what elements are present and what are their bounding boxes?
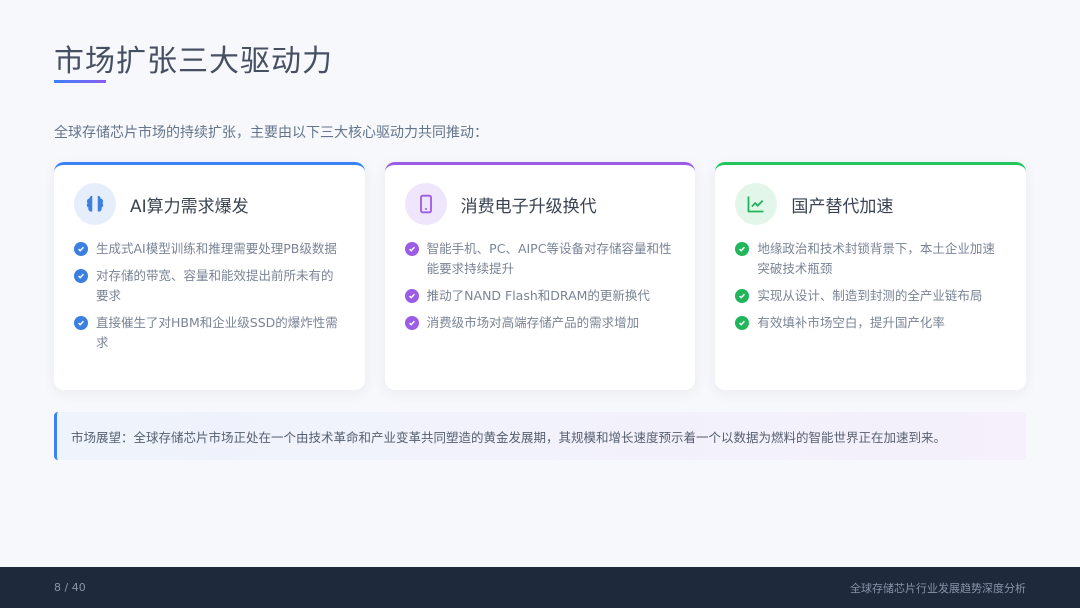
list-item: 实现从设计、制造到封测的全产业链布局 [735,286,1006,306]
check-icon [404,242,419,256]
card-title: 消费电子升级换代 [460,196,597,217]
bullet-text: 有效填补市场空白，提升国产化率 [757,315,945,330]
list-item: 地缘政治和技术封锁背景下，本土企业加速突破技术瓶颈 [735,239,1006,279]
check-icon [74,242,88,256]
bullet-text: 实现从设计、制造到封测的全产业链布局 [757,288,983,303]
title-underline [54,80,106,83]
card-header: AI算力需求爆发 [74,183,345,225]
brain-icon [74,183,116,225]
check-icon [735,289,750,303]
check-icon [404,289,419,303]
page-separator: / [61,581,72,594]
driver-card-consumer: 消费电子升级换代 智能手机、PC、AIPC等设备对存储容量和性能要求持续提升 推… [384,162,696,390]
card-title: 国产替代加速 [791,196,894,217]
list-item: 直接催生了对HBM和企业级SSD的爆炸性需求 [74,313,345,353]
footer-bar: 8 / 40 全球存储芯片行业发展趋势深度分析 [0,567,1080,608]
card-title: AI算力需求爆发 [130,196,249,217]
bullet-text: 生成式AI模型训练和推理需要处理PB级数据 [96,241,337,256]
trend-chart-icon [735,183,778,225]
list-item: 生成式AI模型训练和推理需要处理PB级数据 [74,239,345,259]
bullet-text: 直接催生了对HBM和企业级SSD的爆炸性需求 [96,315,338,350]
check-icon [74,316,88,330]
bullet-text: 推动了NAND Flash和DRAM的更新换代 [426,288,650,303]
driver-card-ai: AI算力需求爆发 生成式AI模型训练和推理需要处理PB级数据 对存储的带宽、容量… [54,162,365,390]
list-item: 智能手机、PC、AIPC等设备对存储容量和性能要求持续提升 [404,239,676,279]
card-header: 国产替代加速 [735,183,1006,225]
bullet-text: 智能手机、PC、AIPC等设备对存储容量和性能要求持续提升 [426,241,672,276]
check-icon [735,316,750,330]
document-title: 全球存储芯片行业发展趋势深度分析 [850,581,1026,595]
bullet-text: 地缘政治和技术封锁背景下，本土企业加速突破技术瓶颈 [757,241,995,276]
list-item: 推动了NAND Flash和DRAM的更新换代 [404,286,676,306]
check-icon [74,269,88,283]
page-number: 8 / 40 [54,581,86,594]
card-header: 消费电子升级换代 [404,183,676,225]
smartphone-icon [404,183,447,225]
check-icon [404,316,419,330]
total-pages: 40 [71,581,86,594]
driver-card-domestic: 国产替代加速 地缘政治和技术封锁背景下，本土企业加速突破技术瓶颈 实现从设计、制… [715,162,1027,390]
list-item: 有效填补市场空白，提升国产化率 [735,313,1006,333]
outlook-text: 市场展望：全球存储芯片市场正处在一个由技术革命和产业变革共同塑造的黄金发展期，其… [71,429,947,445]
check-icon [735,242,750,256]
bullet-text: 对存储的带宽、容量和能效提出前所未有的要求 [96,268,334,303]
bullet-text: 消费级市场对高端存储产品的需求增加 [426,315,640,330]
bullet-list: 生成式AI模型训练和推理需要处理PB级数据 对存储的带宽、容量和能效提出前所未有… [74,239,345,353]
intro-text: 全球存储芯片市场的持续扩张，主要由以下三大核心驱动力共同推动： [54,125,488,141]
bullet-list: 地缘政治和技术封锁背景下，本土企业加速突破技术瓶颈 实现从设计、制造到封测的全产… [735,239,1006,333]
list-item: 对存储的带宽、容量和能效提出前所未有的要求 [74,266,345,306]
bullet-list: 智能手机、PC、AIPC等设备对存储容量和性能要求持续提升 推动了NAND Fl… [404,239,676,333]
driver-cards: AI算力需求爆发 生成式AI模型训练和推理需要处理PB级数据 对存储的带宽、容量… [54,162,1027,390]
current-page: 8 [54,581,61,594]
list-item: 消费级市场对高端存储产品的需求增加 [404,313,676,333]
slide-title: 市场扩张三大驱动力 [54,44,333,79]
market-outlook-callout: 市场展望：全球存储芯片市场正处在一个由技术革命和产业变革共同塑造的黄金发展期，其… [54,412,1026,460]
